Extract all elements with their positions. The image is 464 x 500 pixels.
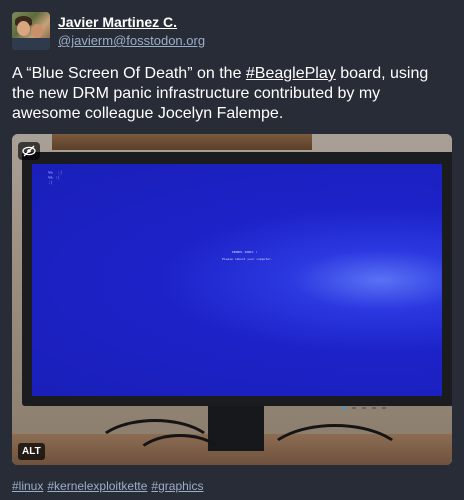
photo-picture-frame (52, 134, 312, 150)
screen-panic-title: KERNEL PANIC ! (232, 250, 258, 254)
hide-media-button[interactable] (18, 142, 40, 160)
monitor-button (362, 407, 366, 409)
hashtag-graphics[interactable]: #graphics (151, 479, 203, 493)
screen-corner-text: %% :( %% :( :) (48, 170, 63, 185)
hashtag-bar: #linux #kernelexploitkette #graphics (12, 479, 207, 493)
photo-bsod-screen: %% :( %% :( :) KERNEL PANIC ! Please reb… (32, 164, 442, 396)
status-card: Javier Martinez C. @javierm@fosstodon.or… (0, 0, 464, 500)
monitor-power-led (342, 407, 346, 409)
screen-panic-message: Please reboot your computer. (222, 257, 273, 261)
monitor-button (352, 407, 356, 409)
author-handle[interactable]: @javierm@fosstodon.org (58, 33, 205, 48)
author-display-name[interactable]: Javier Martinez C. (58, 14, 177, 30)
monitor-button (372, 407, 376, 409)
post-text-before: A “Blue Screen Of Death” on the (12, 65, 246, 82)
avatar-shirt (12, 38, 50, 50)
hashtag-linux[interactable]: #linux (12, 479, 43, 493)
alt-text-badge[interactable]: ALT (18, 443, 45, 460)
avatar-face (31, 24, 43, 38)
post-content: A “Blue Screen Of Death” on the #BeagleP… (12, 64, 452, 124)
avatar-face (17, 21, 30, 36)
eye-slash-icon (22, 145, 36, 157)
media-attachment[interactable]: ▬▬▬▬▬ %% :( %% :( :) KERNEL PANIC ! Plea… (12, 134, 452, 465)
monitor-buttons (342, 396, 432, 409)
avatar[interactable] (12, 12, 50, 50)
hashtag-link[interactable]: #BeaglePlay (246, 65, 336, 82)
monitor-button (382, 407, 386, 409)
hashtag-kernelexploitkette[interactable]: #kernelexploitkette (47, 479, 147, 493)
